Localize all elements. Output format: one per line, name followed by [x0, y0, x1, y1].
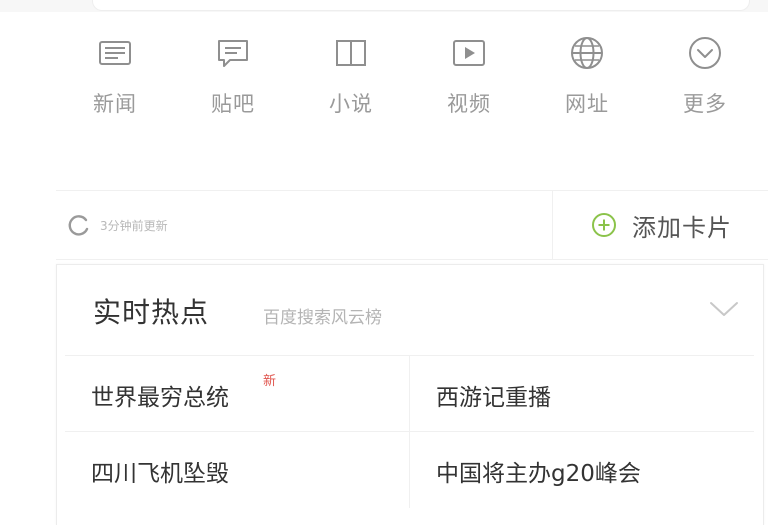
card-subtitle[interactable]: 百度搜索风云榜	[263, 303, 382, 328]
video-icon	[453, 40, 485, 66]
quick-nav: 新闻 贴吧 小说 视频 网址 更多	[56, 30, 764, 126]
chevron-down-circle-icon	[689, 37, 721, 69]
hot-topic-item[interactable]: 西游记重播	[409, 355, 754, 432]
top-bar	[0, 0, 768, 12]
nav-label: 网址	[565, 92, 609, 116]
card-title: 实时热点	[93, 296, 210, 329]
refresh-icon	[68, 215, 89, 236]
hot-topics-card: 实时热点 百度搜索风云榜 世界最穷总统 新 西游记重播 四川飞机坠毁 中国将主办…	[56, 264, 764, 525]
nav-label: 小说	[329, 92, 373, 116]
news-icon	[99, 41, 131, 65]
nav-label: 视频	[447, 92, 491, 116]
nav-label: 贴吧	[211, 92, 255, 116]
tieba-icon	[218, 40, 248, 67]
nav-label: 更多	[683, 92, 727, 116]
search-box-edge[interactable]	[92, 0, 750, 11]
book-icon	[336, 40, 366, 66]
hot-topic-item[interactable]: 世界最穷总统 新	[65, 355, 409, 432]
nav-item-sites[interactable]: 网址	[528, 30, 646, 126]
nav-item-tieba[interactable]: 贴吧	[174, 30, 292, 126]
hot-topic-item[interactable]: 四川飞机坠毁	[65, 431, 409, 508]
plus-circle-icon	[592, 213, 616, 237]
nav-item-more[interactable]: 更多	[646, 30, 764, 126]
nav-item-news[interactable]: 新闻	[56, 30, 174, 126]
nav-item-novel[interactable]: 小说	[292, 30, 410, 126]
hot-topic-text: 四川飞机坠毁	[91, 461, 229, 487]
update-bar: 3分钟前更新 添加卡片	[56, 190, 768, 260]
hot-topic-text: 西游记重播	[436, 385, 551, 411]
hot-topic-item[interactable]: 中国将主办g20峰会	[409, 431, 754, 508]
nav-label: 新闻	[93, 92, 137, 116]
add-card-label: 添加卡片	[632, 213, 732, 242]
hot-topic-text: 中国将主办g20峰会	[436, 461, 641, 487]
new-badge: 新	[263, 374, 277, 389]
chevron-down-icon[interactable]	[707, 295, 741, 321]
globe-icon	[571, 37, 603, 69]
add-card-button[interactable]: 添加卡片	[552, 191, 768, 259]
card-header: 实时热点 百度搜索风云榜	[57, 265, 763, 355]
hot-topic-text: 世界最穷总统	[91, 385, 229, 411]
refresh-button[interactable]: 3分钟前更新	[66, 209, 168, 241]
update-status: 3分钟前更新	[100, 218, 168, 233]
nav-item-video[interactable]: 视频	[410, 30, 528, 126]
